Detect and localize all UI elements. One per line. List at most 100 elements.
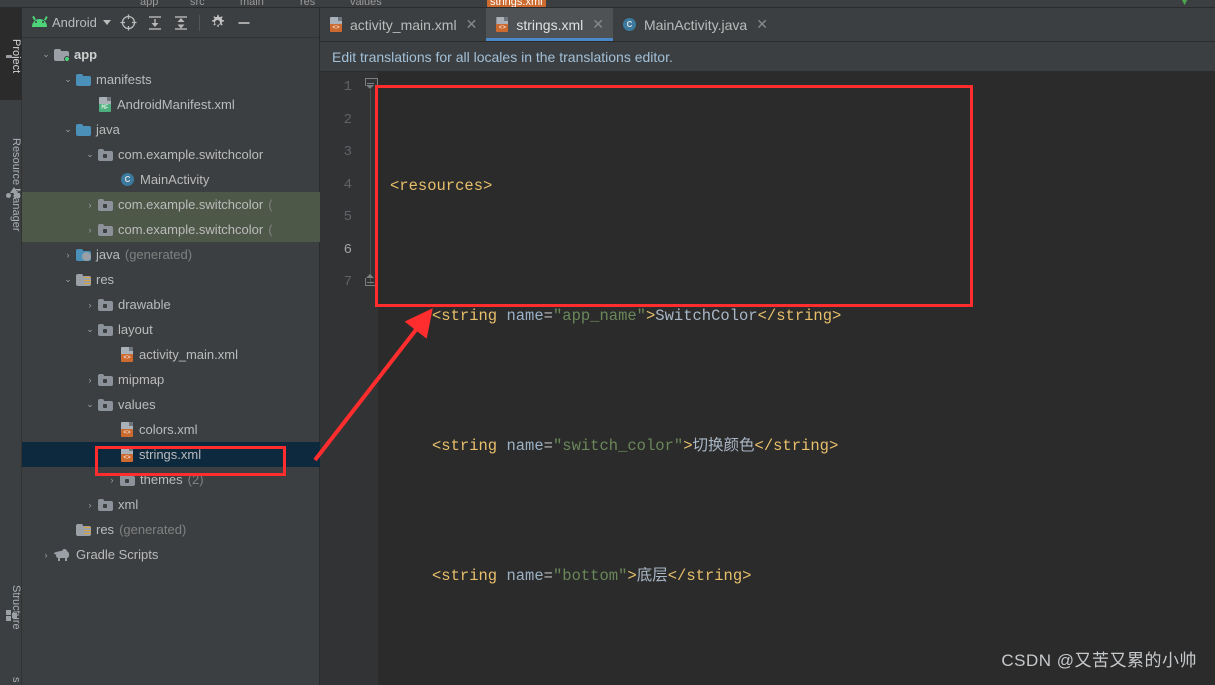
code-lines[interactable]: <resources> <string name="app_name">Swit…	[378, 72, 1215, 685]
editor-area: <> activity_main.xml ✕ <> strings.xml ✕ …	[320, 8, 1215, 685]
chevron-right-icon[interactable]: ›	[38, 550, 54, 560]
collapse-all-button[interactable]	[169, 11, 193, 35]
code-token: <string	[432, 566, 498, 585]
tab-activity-main-xml[interactable]: <> activity_main.xml ✕	[320, 8, 486, 41]
tree-item-res[interactable]: ⌄ res	[22, 267, 320, 292]
tree-item-label: com.example.switchcolor	[118, 197, 264, 212]
chevron-down-icon[interactable]: ⌄	[60, 124, 76, 135]
tool-tab-structure[interactable]: Structure	[0, 553, 22, 658]
tool-tab-resource-manager[interactable]: Resource Manager	[0, 108, 22, 258]
chevron-down-icon[interactable]: ⌄	[38, 49, 54, 60]
chevron-down-icon[interactable]: ⌄	[60, 74, 76, 85]
hide-panel-button[interactable]	[232, 11, 256, 35]
translations-notice-bar[interactable]: Edit translations for all locales in the…	[320, 42, 1215, 72]
chevron-right-icon[interactable]: ›	[82, 300, 98, 310]
tree-item-mipmap[interactable]: › mipmap	[22, 367, 320, 392]
tree-item-label: res	[96, 522, 115, 537]
gear-icon	[212, 14, 225, 27]
tree-item-androidmanifest-xml[interactable]: MF AndroidManifest.xml	[22, 92, 320, 117]
chevron-down-icon[interactable]: ⌄	[82, 399, 98, 410]
breadcrumb-fragment-main[interactable]: main	[240, 0, 264, 7]
tree-item-app[interactable]: ⌄ app	[22, 42, 320, 67]
tree-item-suffix: (	[268, 197, 273, 212]
tree-item-res-generated[interactable]: res (generated)	[22, 517, 320, 542]
code-token: 切换颜色	[692, 436, 755, 455]
close-icon[interactable]: ✕	[466, 16, 478, 33]
chevron-right-icon[interactable]: ›	[82, 375, 98, 385]
class-icon: C	[120, 172, 135, 187]
tree-item-package-main[interactable]: ⌄ com.example.switchcolor	[22, 142, 320, 167]
code-line-2[interactable]: <string name="app_name">SwitchColor</str…	[378, 300, 1215, 333]
fold-region-line	[370, 90, 371, 284]
tool-tab-favorites[interactable]: s	[0, 663, 22, 685]
fold-collapse-icon-bottom[interactable]	[365, 274, 376, 285]
tree-item-gradle-scripts[interactable]: › Gradle Scripts	[22, 542, 320, 567]
package-icon	[120, 473, 135, 486]
folder-module-icon	[54, 48, 70, 62]
chevron-right-icon[interactable]: ›	[104, 475, 120, 485]
tree-item-label: colors.xml	[139, 422, 198, 437]
fold-dash-bottom	[367, 282, 374, 283]
tool-tab-project[interactable]: Project	[0, 8, 22, 100]
chevron-right-icon[interactable]: ›	[82, 225, 98, 235]
tree-item-mainactivity[interactable]: C MainActivity	[22, 167, 320, 192]
fold-dash-top	[367, 83, 374, 84]
close-icon[interactable]: ✕	[592, 16, 604, 33]
code-line-1[interactable]: <resources>	[378, 170, 1215, 203]
code-token: name	[506, 306, 544, 325]
tree-item-themes[interactable]: › themes (2)	[22, 467, 320, 492]
tree-item-package-androidtest[interactable]: › com.example.switchcolor (	[22, 192, 320, 217]
crosshair-icon	[120, 14, 137, 31]
module-selector[interactable]: Android	[28, 13, 115, 32]
tree-item-manifests[interactable]: ⌄ manifests	[22, 67, 320, 92]
line-number: 7	[343, 274, 352, 290]
breadcrumb-fragment-src[interactable]: src	[190, 0, 205, 7]
code-line-3[interactable]: <string name="switch_color">切换颜色</string…	[378, 430, 1215, 463]
tree-item-colors-xml[interactable]: <> colors.xml	[22, 417, 320, 442]
tool-window-strip: Project Resource Manager Structure s	[0, 8, 22, 685]
project-tree[interactable]: ⌄ app ⌄ manifests MF AndroidManifest.xml…	[22, 38, 320, 685]
chevron-down-icon[interactable]: ⌄	[60, 274, 76, 285]
editor-gutter[interactable]: 1 2 3 4 5 6 7	[320, 72, 378, 685]
chevron-right-icon[interactable]: ›	[60, 250, 76, 260]
chevron-right-icon[interactable]: ›	[82, 500, 98, 510]
tab-mainactivity-java[interactable]: C MainActivity.java ✕	[613, 8, 777, 41]
tab-strings-xml[interactable]: <> strings.xml ✕	[486, 8, 613, 41]
tree-item-package-test[interactable]: › com.example.switchcolor (	[22, 217, 320, 242]
breadcrumb-fragment-values[interactable]: values	[350, 0, 382, 7]
code-token: 底层	[636, 566, 668, 585]
tree-item-java-generated[interactable]: › java (generated)	[22, 242, 320, 267]
breadcrumb-fragment-res[interactable]: res	[300, 0, 315, 7]
tree-item-strings-xml[interactable]: <> strings.xml	[22, 442, 320, 467]
code-line-4[interactable]: <string name="bottom">底层</string>	[378, 560, 1215, 593]
tree-item-xml[interactable]: › xml	[22, 492, 320, 517]
close-icon[interactable]: ✕	[756, 16, 768, 33]
select-opened-file-button[interactable]	[117, 11, 141, 35]
gradle-icon	[53, 548, 71, 561]
settings-button[interactable]	[206, 11, 230, 35]
code-token: =	[543, 566, 553, 585]
xml-file-icon: <>	[120, 447, 134, 462]
line-number-current: 6	[343, 242, 352, 258]
xml-file-icon: <>	[120, 347, 134, 362]
code-token: >	[683, 436, 693, 455]
breadcrumb-fragment-app[interactable]: app	[140, 0, 158, 7]
chevron-down-icon[interactable]: ⌄	[82, 149, 98, 160]
tool-tab-resource-manager-label: Resource Manager	[10, 138, 22, 232]
translations-notice-text: Edit translations for all locales in the…	[332, 48, 673, 65]
tool-tab-favorites-label: s	[10, 677, 22, 683]
chevron-right-icon[interactable]: ›	[82, 200, 98, 210]
code-token: >	[645, 306, 656, 325]
tree-item-drawable[interactable]: › drawable	[22, 292, 320, 317]
expand-all-button[interactable]	[143, 11, 167, 35]
tree-item-java[interactable]: ⌄ java	[22, 117, 320, 142]
tree-item-values[interactable]: ⌄ values	[22, 392, 320, 417]
toolbar-separator	[198, 14, 200, 31]
chevron-down-icon[interactable]: ⌄	[82, 324, 98, 335]
breadcrumb-fragment-strings-xml[interactable]: strings.xml	[487, 0, 546, 7]
code-editor[interactable]: 1 2 3 4 5 6 7 <resources> <string name="…	[320, 72, 1215, 685]
tree-item-activity-main-xml[interactable]: <> activity_main.xml	[22, 342, 320, 367]
chevron-down-icon	[102, 20, 111, 25]
tree-item-layout[interactable]: ⌄ layout	[22, 317, 320, 342]
line-number: 3	[343, 144, 352, 160]
